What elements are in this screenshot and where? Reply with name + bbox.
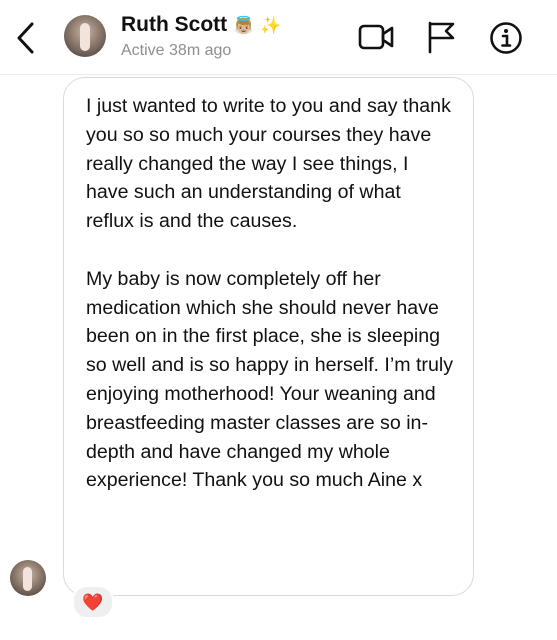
sparkles-emoji-icon: ✨ (260, 15, 282, 35)
message-paragraph: I just wanted to write to you and say th… (86, 95, 451, 233)
heart-reaction-icon[interactable]: ❤️ (72, 585, 114, 619)
chat-header: Ruth Scott 👼🏼 ✨ Active 38m ago (0, 0, 557, 75)
contact-avatar[interactable] (64, 15, 106, 57)
back-chevron-icon[interactable] (12, 20, 40, 56)
avatar-figure (23, 567, 32, 591)
message-bubble[interactable]: I just wanted to write to you and say th… (63, 77, 474, 596)
flag-icon[interactable] (426, 20, 456, 54)
info-icon[interactable] (489, 21, 523, 55)
video-camera-icon[interactable] (358, 22, 396, 52)
avatar-figure (80, 23, 90, 51)
message-paragraph: My baby is now completely off her medica… (86, 267, 454, 492)
angel-emoji-icon: 👼🏼 (233, 15, 255, 35)
active-status: Active 38m ago (121, 42, 232, 59)
contact-name-row[interactable]: Ruth Scott 👼🏼 ✨ (121, 12, 282, 38)
contact-name: Ruth Scott (121, 13, 228, 36)
sender-avatar[interactable] (10, 560, 46, 596)
